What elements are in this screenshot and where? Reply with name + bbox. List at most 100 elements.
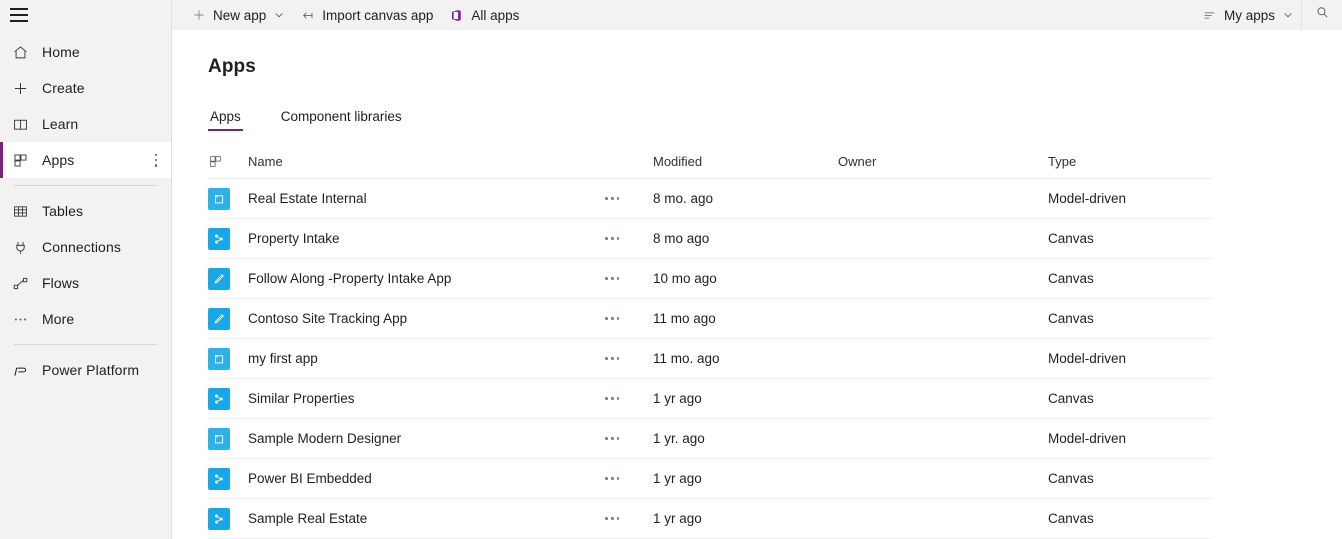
app-name-cell[interactable]: Contoso Site Tracking App [248, 311, 603, 326]
app-name-cell[interactable]: Follow Along -Property Intake App [248, 271, 603, 286]
row-overflow-menu-icon[interactable] [603, 231, 621, 246]
app-name-label: my first app [248, 351, 318, 366]
sidebar-item-label: Connections [42, 239, 121, 255]
new-app-label: New app [213, 7, 267, 23]
all-apps-button[interactable]: All apps [441, 0, 527, 30]
main-content: New app Import canvas app All apps My ap… [172, 0, 1342, 539]
hamburger-menu-icon[interactable] [10, 8, 28, 22]
modified-cell: 8 mo. ago [653, 191, 714, 206]
apps-overflow-menu-icon[interactable] [154, 153, 164, 167]
sidebar-item-flows[interactable]: Flows [0, 265, 171, 301]
app-name-cell[interactable]: Property Intake [248, 231, 603, 246]
row-overflow-menu-icon[interactable] [603, 271, 621, 286]
column-header-owner[interactable]: Owner [838, 154, 1048, 169]
column-header-icon [208, 154, 248, 169]
sidebar-item-learn[interactable]: Learn [0, 106, 171, 142]
row-overflow-menu-icon[interactable] [603, 471, 621, 486]
modified-cell: 11 mo ago [653, 311, 716, 326]
flow-icon [10, 273, 30, 293]
type-cell: Model-driven [1048, 431, 1127, 446]
app-name-cell[interactable]: my first app [248, 351, 603, 366]
tab-list: Apps Component libraries [208, 101, 1342, 131]
canvas-app-icon [208, 387, 230, 410]
row-overflow-menu-icon[interactable] [603, 391, 621, 406]
app-icon-cell [208, 387, 248, 410]
column-header-type[interactable]: Type [1048, 154, 1208, 169]
sidebar-item-label: Home [42, 44, 80, 60]
tab-label: Component libraries [280, 109, 402, 124]
sidebar-item-tables[interactable]: Tables [0, 193, 171, 229]
column-label: Modified [653, 153, 703, 169]
my-apps-filter-button[interactable]: My apps [1194, 0, 1301, 30]
app-name-cell[interactable]: Real Estate Internal [248, 191, 603, 206]
app-name-cell[interactable]: Sample Modern Designer [248, 431, 603, 446]
tab-component-libraries[interactable]: Component libraries [279, 109, 404, 131]
column-header-name[interactable]: Name [248, 154, 603, 169]
row-actions-cell [603, 271, 653, 286]
table-row[interactable]: Similar Properties 1 yr ago Canvas [208, 379, 1212, 419]
table-row[interactable]: Sample Real Estate 1 yr ago Canvas [208, 499, 1212, 539]
app-name-cell[interactable]: Sample Real Estate [248, 511, 603, 526]
sidebar: Home Create Learn Apps Tables Connection… [0, 0, 172, 539]
search-button[interactable] [1301, 0, 1342, 30]
modified-cell: 1 yr ago [653, 471, 702, 486]
tab-apps[interactable]: Apps [208, 109, 243, 131]
pencil-app-icon [208, 267, 230, 290]
hamburger-wrap [0, 0, 171, 30]
sidebar-item-apps[interactable]: Apps [0, 142, 171, 178]
table-row[interactable]: Property Intake 8 mo ago Canvas [208, 219, 1212, 259]
app-name-label: Property Intake [248, 231, 340, 246]
type-cell: Canvas [1048, 311, 1094, 326]
app-icon-cell [208, 347, 248, 370]
table-row[interactable]: Contoso Site Tracking App 11 mo ago Canvas [208, 299, 1212, 339]
modified-cell: 1 yr ago [653, 511, 702, 526]
table-row[interactable]: my first app 11 mo. ago Model-driven [208, 339, 1212, 379]
type-cell: Model-driven [1048, 191, 1127, 206]
page-body: Apps Apps Component libraries Name Modif… [172, 30, 1342, 539]
all-apps-label: All apps [471, 7, 520, 23]
table-row[interactable]: Follow Along -Property Intake App 10 mo a… [208, 259, 1212, 299]
sidebar-item-create[interactable]: Create [0, 70, 171, 106]
apps-grid-icon [10, 150, 30, 170]
sidebar-item-home[interactable]: Home [0, 34, 171, 70]
sidebar-item-power-platform[interactable]: Power Platform [0, 352, 171, 388]
row-overflow-menu-icon[interactable] [603, 191, 621, 206]
sidebar-nav-list: Home Create Learn Apps Tables Connection… [0, 34, 171, 388]
connection-plug-icon [10, 237, 30, 257]
new-app-button[interactable]: New app [184, 0, 292, 30]
table-row[interactable]: Real Estate Internal 8 mo. ago Model-drive… [208, 179, 1212, 219]
row-overflow-menu-icon[interactable] [603, 311, 621, 326]
row-actions-cell [603, 231, 653, 246]
model-driven-app-icon [208, 347, 230, 370]
office-apps-icon [449, 8, 464, 23]
app-icon-cell [208, 467, 248, 490]
app-name-label: Contoso Site Tracking App [248, 311, 408, 326]
sidebar-item-connections[interactable]: Connections [0, 229, 171, 265]
row-overflow-menu-icon[interactable] [603, 431, 621, 446]
canvas-app-icon [208, 227, 230, 250]
more-ellipsis-icon [10, 309, 30, 329]
app-name-cell[interactable]: Similar Properties [248, 391, 603, 406]
import-canvas-app-button[interactable]: Import canvas app [292, 0, 441, 30]
chevron-down-icon[interactable] [274, 10, 284, 20]
app-name-cell[interactable]: Power BI Embedded [248, 471, 603, 486]
table-row[interactable]: Power BI Embedded 1 yr ago Canvas [208, 459, 1212, 499]
column-label: Name [248, 153, 283, 169]
row-actions-cell [603, 471, 653, 486]
row-actions-cell [603, 391, 653, 406]
row-actions-cell [603, 431, 653, 446]
table-body: Real Estate Internal 8 mo. ago Model-drive… [208, 179, 1212, 539]
table-row[interactable]: Sample Modern Designer 1 yr. ago Model-dri… [208, 419, 1212, 459]
row-overflow-menu-icon[interactable] [603, 511, 621, 526]
app-icon-cell [208, 187, 248, 210]
row-overflow-menu-icon[interactable] [603, 351, 621, 366]
chevron-down-icon[interactable] [1283, 10, 1293, 20]
app-name-label: Real Estate Internal [248, 191, 367, 206]
modified-cell: 8 mo ago [653, 231, 710, 246]
app-shell: Home Create Learn Apps Tables Connection… [0, 0, 1342, 539]
sidebar-item-more[interactable]: More [0, 301, 171, 337]
type-cell: Canvas [1048, 271, 1094, 286]
column-header-modified[interactable]: Modified [653, 154, 838, 169]
type-cell: Canvas [1048, 471, 1094, 486]
row-actions-cell [603, 311, 653, 326]
